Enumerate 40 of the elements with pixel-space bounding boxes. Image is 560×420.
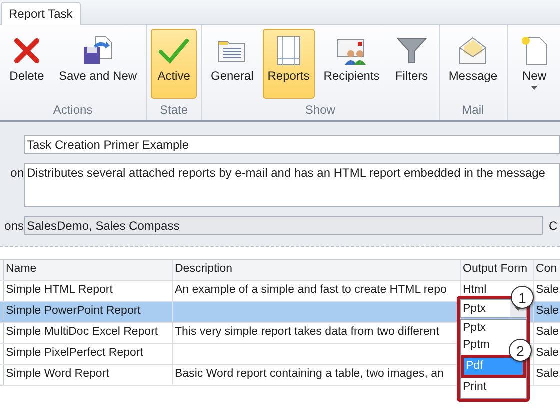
table-cell: This very simple report takes data from two different: [175, 326, 440, 338]
input-field[interactable]: Distributes several attached reports by e-mail and has an HTML report embedded in the message: [24, 163, 560, 207]
ribbon-button[interactable]: General: [206, 29, 259, 99]
ribbon-button[interactable]: Filters: [388, 29, 435, 99]
group-label: Actions: [52, 103, 94, 119]
table-cell: Sale: [536, 326, 560, 338]
table-cell: Simple PixelPerfect Report: [6, 347, 144, 359]
table-cell: Sale: [536, 347, 560, 359]
table-cell: Simple MultiDoc Excel Report: [6, 326, 158, 338]
ribbon-button[interactable]: Message: [444, 29, 503, 99]
ribbon-button[interactable]: New: [512, 29, 558, 99]
group-label: Show: [304, 103, 336, 119]
field-label: C: [549, 218, 558, 235]
column-header[interactable]: Description: [173, 260, 461, 280]
column-header[interactable]: Name: [4, 260, 173, 280]
field-label: on: [10, 165, 24, 182]
envelope-icon: [457, 35, 490, 67]
table-cell: Sale: [536, 305, 560, 317]
table-cell: Sale: [536, 284, 560, 296]
ribbon-button[interactable]: Recipients: [318, 29, 385, 99]
table-cell: Simple PowerPoint Report: [6, 305, 141, 317]
ribbon-button[interactable]: Reports: [262, 29, 315, 99]
table-cell: Simple HTML Report: [6, 284, 113, 296]
group-label: Mail: [461, 103, 486, 119]
input-field[interactable]: Task Creation Primer Example: [24, 135, 560, 154]
ribbon-button[interactable]: Active: [151, 29, 198, 99]
ribbon-button[interactable]: Delete: [4, 29, 50, 99]
input-field[interactable]: SalesDemo, Sales Compass: [24, 216, 543, 235]
ribbon-button[interactable]: Save and New: [54, 29, 142, 99]
table-cell: Basic Word report containing a table, two images, an: [175, 368, 444, 380]
table-cell: Simple Word Report: [6, 368, 110, 380]
ribbon-tab[interactable]: Report Task: [1, 2, 81, 25]
column-header[interactable]: Output Form: [461, 260, 534, 280]
group-label: State: [159, 103, 190, 119]
table-cell: An example of a simple and fast to create HTML repo: [175, 284, 447, 296]
field-label: ons: [4, 218, 24, 235]
table-cell: Html: [463, 284, 487, 296]
column-header[interactable]: Con: [534, 260, 560, 280]
table-cell: Sale: [536, 368, 560, 380]
save-icon: [82, 35, 114, 67]
